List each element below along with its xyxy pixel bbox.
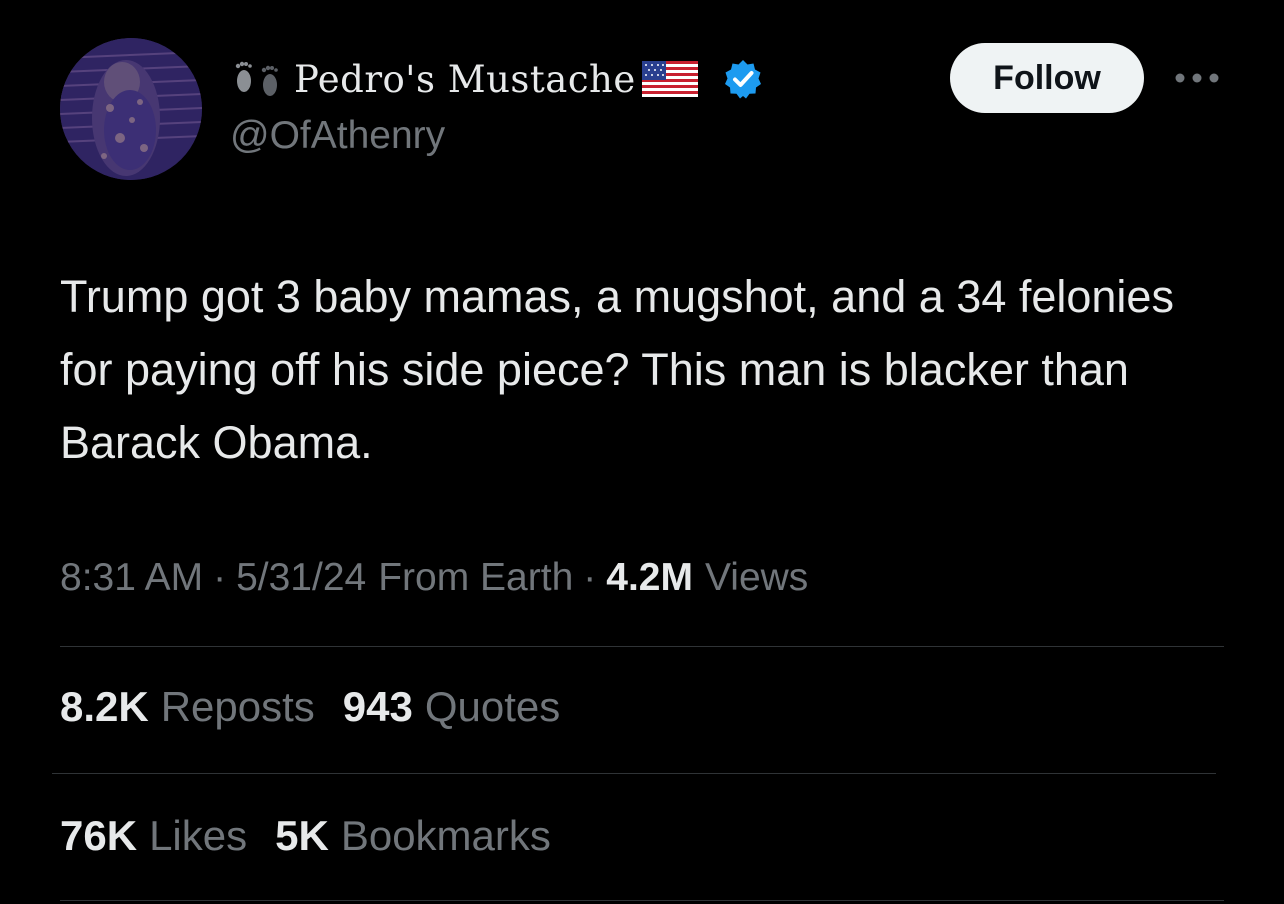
bookmarks-stat[interactable]: 5K Bookmarks <box>275 812 551 860</box>
verified-badge-icon[interactable] <box>722 58 764 100</box>
avatar-image <box>60 38 202 180</box>
engagement-row-likes-bookmarks: 76K Likes 5K Bookmarks <box>60 812 579 860</box>
likes-stat[interactable]: 76K Likes <box>60 812 247 860</box>
quotes-label: Quotes <box>424 683 561 730</box>
divider <box>60 646 1224 647</box>
reposts-label: Reposts <box>160 683 315 730</box>
quotes-stat[interactable]: 943 Quotes <box>343 683 561 731</box>
tweet-time[interactable]: 8:31 AM <box>60 556 203 600</box>
more-dots-icon <box>1175 73 1219 83</box>
more-options-button[interactable] <box>1172 58 1222 98</box>
tweet-metadata: 8:31 AM · 5/31/24 From Earth · 4.2M View… <box>60 556 808 600</box>
us-flag-icon <box>641 61 698 97</box>
bookmarks-label: Bookmarks <box>340 812 551 859</box>
likes-count: 76K <box>60 812 138 859</box>
views-label: Views <box>704 556 809 599</box>
author-handle[interactable]: @OfAthenry <box>230 114 445 158</box>
tweet-date[interactable]: 5/31/24 <box>236 556 366 600</box>
quotes-count: 943 <box>342 683 413 730</box>
divider <box>52 773 1216 774</box>
reposts-stat[interactable]: 8.2K Reposts <box>60 683 315 731</box>
footprints-icon <box>235 61 278 96</box>
follow-button[interactable]: Follow <box>950 43 1144 113</box>
author-display-name[interactable]: Pedro's Mustache <box>294 58 636 101</box>
engagement-row-reposts-quotes: 8.2K Reposts 943 Quotes <box>60 683 588 731</box>
reposts-count: 8.2K <box>60 683 149 730</box>
divider <box>60 900 1224 901</box>
tweet-source: From Earth <box>378 556 574 599</box>
tweet-text: Trump got 3 baby mamas, a mugshot, and a… <box>60 271 1174 468</box>
avatar[interactable] <box>60 38 202 180</box>
views-count: 4.2M <box>606 556 693 599</box>
author-name-row[interactable]: Pedro's Mustache <box>230 52 764 106</box>
meta-separator: · <box>583 556 597 599</box>
likes-label: Likes <box>149 812 248 859</box>
meta-separator: · <box>213 556 227 599</box>
bookmarks-count: 5K <box>275 812 329 859</box>
